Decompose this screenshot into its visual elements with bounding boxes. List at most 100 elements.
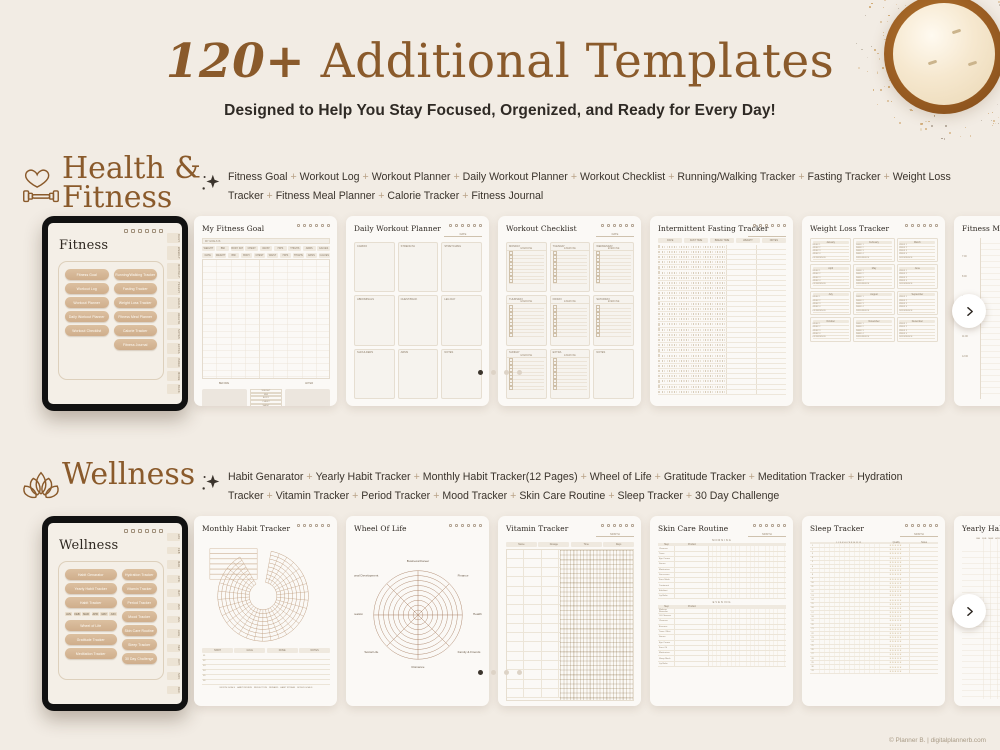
day-cells[interactable]	[709, 640, 786, 645]
day-cells[interactable]	[709, 645, 786, 651]
product-cell[interactable]	[675, 645, 709, 651]
quality-stars[interactable]: ★★★★★	[882, 590, 910, 593]
fast-cell[interactable]	[755, 363, 786, 368]
vitamin-cell[interactable]	[507, 642, 525, 651]
product-cell[interactable]	[675, 588, 709, 594]
fast-cell[interactable]	[725, 291, 756, 296]
planner-cell[interactable]: LEG DAY	[441, 295, 482, 346]
notes-cell[interactable]	[909, 560, 938, 564]
day-cells[interactable]	[709, 635, 786, 640]
product-cell[interactable]	[675, 640, 709, 645]
notes-cell[interactable]	[909, 573, 938, 577]
fast-cell[interactable]	[755, 311, 786, 317]
day-cells[interactable]	[709, 608, 786, 614]
notes-cell[interactable]	[909, 627, 938, 631]
vitamin-cell[interactable]	[542, 586, 560, 595]
notes-cell[interactable]	[909, 564, 938, 569]
template-card-monthly-habit-tracker[interactable]: Monthly Habit Tracker HABIT GOAL DONE NOTES…	[194, 516, 337, 706]
fast-cell[interactable]	[725, 280, 756, 285]
tablet-side-tab[interactable]: OCT	[167, 657, 180, 666]
tablet-template-button[interactable]: Vitamin Tracker	[121, 583, 157, 594]
week-row[interactable]: DIFFERENCE	[812, 257, 849, 260]
fast-cell[interactable]	[755, 327, 786, 332]
week-row[interactable]: DIFFERENCE	[899, 257, 936, 260]
quality-stars[interactable]: ★★★★★	[882, 649, 910, 652]
day-cells[interactable]	[709, 619, 786, 624]
carousel-dot[interactable]	[491, 670, 496, 675]
template-card-fasting-tracker[interactable]: Intermittent Fasting Tracker DATE FAST TI…	[650, 216, 793, 406]
vitamin-cell[interactable]	[542, 688, 560, 698]
vitamin-cell[interactable]	[524, 651, 542, 661]
template-card-daily-workout-planner[interactable]: Daily Workout Planner DATE CARDIO STRENGT…	[346, 216, 489, 406]
hour-cells[interactable]	[815, 548, 882, 552]
vitamin-row[interactable]	[507, 651, 560, 662]
week-row[interactable]: DIFFERENCE	[855, 257, 893, 260]
fast-cell[interactable]	[755, 343, 786, 348]
footer-tag[interactable]: REFLECTION	[254, 687, 267, 689]
card-date-field[interactable]: DATE	[596, 233, 634, 237]
hour-cells[interactable]	[815, 590, 882, 594]
fast-cell[interactable]	[755, 296, 786, 301]
fast-cell[interactable]	[725, 322, 756, 327]
hour-cells[interactable]	[815, 611, 882, 615]
planner-cell[interactable]: STRENGTH	[397, 242, 439, 293]
tablet-side-tab[interactable]: DAILY	[167, 233, 180, 244]
notes-cell[interactable]	[909, 556, 938, 560]
tablet-side-tab[interactable]: GOALS	[167, 297, 180, 310]
fast-cell[interactable]	[755, 332, 786, 337]
template-card-workout-checklist[interactable]: Workout Checklist DATE MONDAY EXERCISE TUE…	[498, 216, 641, 406]
carousel-dot[interactable]	[491, 370, 496, 375]
notes-cell[interactable]	[909, 544, 938, 548]
vitamin-cell[interactable]	[524, 642, 542, 651]
check-rows[interactable]	[509, 305, 544, 342]
fast-cell[interactable]	[755, 348, 786, 353]
vitamin-cell[interactable]	[507, 623, 525, 633]
tablet-template-button[interactable]: Workout Log	[65, 283, 109, 294]
check-row[interactable]	[596, 280, 631, 284]
month-tab[interactable]: JAN	[65, 612, 72, 616]
hour-cells[interactable]	[815, 569, 882, 573]
notes-cell[interactable]	[909, 619, 938, 623]
fast-cell[interactable]	[725, 249, 756, 254]
tablet-side-tab[interactable]: INDEX	[167, 357, 180, 369]
tablet-template-button[interactable]: Weight Loss Tracker	[113, 297, 157, 308]
vitamin-cell[interactable]	[524, 586, 542, 595]
month-block[interactable]: November WEEK 1 WEEK 2 WEEK 3 WEEK 4 DIFFEREN…	[853, 317, 895, 342]
week-row[interactable]: DIFFERENCE	[855, 283, 893, 287]
quality-stars[interactable]: ★★★★★	[882, 632, 910, 635]
week-row[interactable]: DIFFERENCE	[855, 310, 893, 313]
notes-cell[interactable]	[909, 548, 938, 552]
month-block[interactable]: March WEEK 1 WEEK 2 WEEK 3 WEEK 4 DIFFERENCE	[896, 238, 938, 263]
fast-cell[interactable]	[725, 265, 756, 270]
vitamin-row[interactable]	[507, 586, 560, 596]
fast-cell[interactable]	[725, 301, 756, 306]
tablet-month-tabs[interactable]: JAN FEB MAR APR MAY JUN	[65, 611, 117, 617]
quality-stars[interactable]: ★★★★★	[882, 544, 910, 547]
quality-stars[interactable]: ★★★★★	[882, 573, 910, 576]
fast-cell[interactable]	[725, 348, 756, 353]
month-tab[interactable]: JUN	[109, 612, 117, 616]
vitamin-cell[interactable]	[507, 605, 525, 614]
fast-cell[interactable]	[755, 337, 786, 343]
fast-cell[interactable]	[725, 384, 756, 389]
fasting-row[interactable]	[658, 389, 786, 395]
check-row[interactable]	[509, 333, 544, 337]
quality-stars[interactable]: ★★★★★	[882, 624, 910, 627]
vitamin-cell[interactable]	[507, 568, 525, 577]
carousel-dots-fitness[interactable]	[0, 370, 1000, 375]
notes-cell[interactable]	[909, 569, 938, 573]
quality-stars[interactable]: ★★★★★	[882, 578, 910, 581]
vitamin-cell[interactable]	[542, 614, 560, 623]
habit-spiral-chart[interactable]	[202, 536, 330, 646]
week-row[interactable]: DIFFERENCE	[812, 336, 849, 340]
vitamin-cell[interactable]	[524, 661, 542, 670]
vitamin-cell[interactable]	[542, 661, 560, 670]
check-rows[interactable]	[552, 305, 588, 342]
quality-stars[interactable]: ★★★★★	[882, 615, 910, 618]
carousel-health-fitness[interactable]: Fitness Fitness Goal Workout Log Workout P…	[0, 216, 1000, 411]
fast-cell[interactable]	[725, 286, 756, 291]
fast-cell[interactable]	[725, 306, 756, 311]
fast-cell[interactable]	[725, 332, 756, 337]
vitamin-cell[interactable]	[507, 577, 525, 586]
product-cell[interactable]	[675, 608, 709, 614]
